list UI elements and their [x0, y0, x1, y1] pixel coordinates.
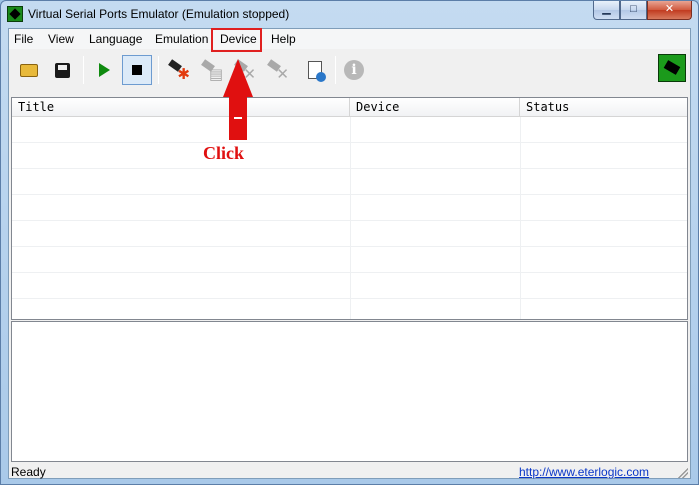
menu-language[interactable]: Language: [89, 32, 142, 46]
pointer-arrow-icon: [223, 59, 253, 141]
window-title: Virtual Serial Ports Emulator (Emulation…: [28, 7, 290, 21]
app-logo-icon: [658, 54, 686, 82]
play-icon: [98, 63, 110, 77]
close-button[interactable]: ✕: [647, 1, 692, 20]
menu-view[interactable]: View: [48, 32, 74, 46]
empty-row: [12, 169, 687, 195]
client-area: File View Language Emulation Device Help…: [8, 28, 691, 479]
save-button[interactable]: [47, 55, 77, 85]
maximize-button[interactable]: □: [620, 1, 647, 20]
create-device-icon: ✱: [168, 59, 190, 82]
menu-file[interactable]: File: [14, 32, 33, 46]
app-window: Virtual Serial Ports Emulator (Emulation…: [0, 0, 699, 485]
column-device[interactable]: Device: [350, 98, 520, 117]
column-title[interactable]: Title: [12, 98, 350, 117]
logo-button[interactable]: [657, 53, 687, 83]
menu-emulation[interactable]: Emulation: [155, 32, 208, 46]
stop-emulation-button[interactable]: [122, 55, 152, 85]
minimize-button[interactable]: ▁: [593, 1, 620, 20]
toolbar-separator: [158, 56, 159, 84]
empty-row: [12, 221, 687, 247]
log-pane[interactable]: [11, 321, 688, 462]
device-list[interactable]: Title Device Status: [11, 97, 688, 320]
status-bar: Ready http://www.eterlogic.com: [9, 464, 690, 479]
website-link[interactable]: http://www.eterlogic.com: [519, 465, 649, 479]
properties-globe-icon: [308, 61, 326, 82]
toolbar: ✱ ▤ ✕ ✕ i: [9, 51, 690, 89]
empty-row: [12, 117, 687, 143]
empty-row: [12, 299, 687, 319]
open-folder-icon: [20, 63, 38, 77]
toolbar-separator: [83, 56, 84, 84]
menu-bar: File View Language Emulation Device Help: [9, 29, 690, 49]
open-button[interactable]: [14, 55, 44, 85]
properties-button[interactable]: [300, 55, 330, 85]
app-icon[interactable]: [7, 6, 23, 22]
resize-grip[interactable]: [678, 468, 688, 478]
empty-row: [12, 195, 687, 221]
start-emulation-button[interactable]: [89, 55, 119, 85]
create-device-button[interactable]: ✱: [164, 55, 194, 85]
about-button[interactable]: i: [339, 55, 369, 85]
title-bar[interactable]: Virtual Serial Ports Emulator (Emulation…: [1, 1, 698, 27]
click-annotation: Click: [203, 143, 245, 163]
column-status[interactable]: Status: [520, 98, 687, 117]
delete-all-devices-button[interactable]: ✕: [263, 55, 293, 85]
empty-row: [12, 273, 687, 299]
edit-device-icon: ▤: [201, 59, 223, 82]
window-controls: ▁ □ ✕: [593, 1, 692, 20]
device-list-header: Title Device Status: [12, 98, 687, 117]
info-icon: i: [344, 60, 364, 80]
device-menu-highlight-box: [211, 28, 262, 52]
stop-icon: [132, 65, 142, 75]
empty-row: [12, 247, 687, 273]
save-icon: [54, 62, 70, 78]
empty-row: [12, 143, 687, 169]
toolbar-separator: [335, 56, 336, 84]
menu-help[interactable]: Help: [271, 32, 296, 46]
delete-all-devices-icon: ✕: [267, 59, 289, 82]
status-text: Ready: [11, 465, 46, 479]
